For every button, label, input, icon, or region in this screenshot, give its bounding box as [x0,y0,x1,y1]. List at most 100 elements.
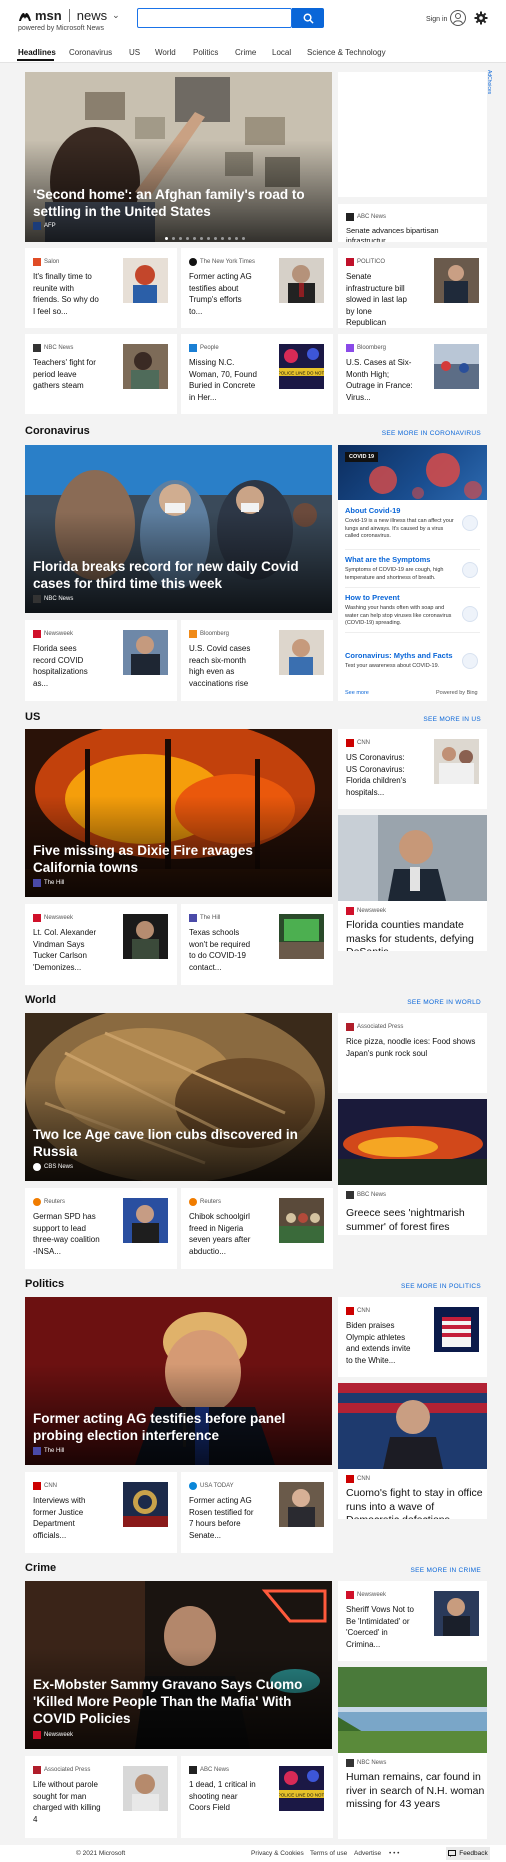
more-options-icon[interactable]: • • • [389,1850,399,1857]
news-card[interactable]: The Hill Texas schools won't be required… [181,904,333,985]
covid-about-link[interactable]: About Covid-19 [345,506,400,515]
news-card[interactable]: ABC News 1 dead, 1 critical in shooting … [181,1756,333,1838]
carousel-dot[interactable] [179,237,182,240]
carousel-dot[interactable] [200,237,203,240]
politics-hero-card[interactable]: Former acting AG testifies before panel … [25,1297,332,1465]
news-card[interactable]: POLITICO Senate infrastructure bill slow… [338,248,487,328]
hero-title[interactable]: Two Ice Age cave lion cubs discovered in… [33,1126,313,1160]
tab-crime[interactable]: Crime [235,48,256,57]
news-card[interactable]: Associated Press Rice pizza, noodle ices… [338,1013,487,1093]
hero-title[interactable]: Former acting AG testifies before panel … [33,1410,313,1444]
side-headline-card[interactable]: ABC News Senate advances bipartisan infr… [338,204,487,242]
news-card[interactable]: Newsweek Sheriff Vows Not to Be 'Intimid… [338,1581,487,1661]
card-title[interactable]: Chibok schoolgirl freed in Nigeria seven… [189,1211,257,1257]
carousel-dot[interactable] [172,237,175,240]
ad-slot[interactable] [338,72,487,197]
news-card[interactable]: Associated Press Life without parole sou… [25,1756,177,1838]
card-title[interactable]: Teachers' fight for period leave gathers… [33,357,101,392]
card-title[interactable]: U.S. Covid cases reach six-month high ev… [189,643,257,689]
card-title[interactable]: Senate infrastructure bill slowed in las… [346,271,414,328]
carousel-dot[interactable] [193,237,196,240]
gear-icon[interactable] [474,11,488,25]
carousel-dot[interactable] [214,237,217,240]
sign-in-link[interactable]: Sign in [426,16,447,23]
news-card[interactable]: Reuters German SPD has support to lead t… [25,1188,177,1269]
card-title[interactable]: Cuomo's fight to stay in office runs int… [346,1487,486,1519]
card-title[interactable]: Texas schools won't be required to do CO… [189,927,257,973]
news-card[interactable]: People Missing N.C. Woman, 70, Found Bur… [181,334,333,414]
card-title[interactable]: Rice pizza, noodle ices: Food shows Japa… [346,1036,481,1059]
crime-hero-card[interactable]: Ex-Mobster Sammy Gravano Says Cuomo 'Kil… [25,1581,332,1749]
tab-politics[interactable]: Politics [193,48,218,57]
news-card[interactable]: USA TODAY Former acting AG Rosen testifi… [181,1472,333,1553]
card-title[interactable]: Florida sees record COVID hospitalizatio… [33,643,101,689]
card-title[interactable]: Interviews with former Justice Departmen… [33,1495,101,1541]
msn-logo[interactable]: msn news ⌄ powered by Microsoft News [18,8,120,32]
see-more-politics-link[interactable]: SEE MORE IN POLITICS [401,1283,481,1290]
news-card[interactable]: CNN Biden praises Olympic athletes and e… [338,1297,487,1377]
coronavirus-hero-card[interactable]: Florida breaks record for new daily Covi… [25,445,332,613]
tab-headlines[interactable]: Headlines [18,48,56,57]
news-card[interactable]: Reuters Chibok schoolgirl freed in Niger… [181,1188,333,1269]
privacy-link[interactable]: Privacy & Cookies [251,1850,304,1857]
carousel-dots[interactable] [165,237,245,240]
card-title[interactable]: Greece sees 'nightmarish summer' of fore… [346,1207,486,1234]
search-box[interactable] [137,8,292,29]
tab-us[interactable]: US [129,48,140,57]
news-card[interactable]: CNN Interviews with former Justice Depar… [25,1472,177,1553]
carousel-dot[interactable] [221,237,224,240]
tab-local[interactable]: Local [272,48,291,57]
terms-link[interactable]: Terms of use [310,1850,347,1857]
carousel-dot[interactable] [235,237,238,240]
feedback-label[interactable]: Feedback [459,1850,488,1857]
carousel-dot[interactable] [207,237,210,240]
news-card[interactable]: Salon It's finally time to reunite with … [25,248,177,328]
card-title[interactable]: Biden praises Olympic athletes and exten… [346,1320,414,1366]
hero-title[interactable]: Florida breaks record for new daily Covi… [33,558,313,592]
carousel-dot[interactable] [186,237,189,240]
news-card-tall[interactable]: BBC News Greece sees 'nightmarish summer… [338,1099,487,1235]
hero-title[interactable]: 'Second home': an Afghan family's road t… [33,186,313,220]
news-card[interactable]: NBC News Teachers' fight for period leav… [25,334,177,414]
news-card[interactable]: CNN US Coronavirus: US Coronavirus: Flor… [338,729,487,809]
tab-world[interactable]: World [155,48,176,57]
see-more-us-link[interactable]: SEE MORE IN US [423,716,481,723]
news-card[interactable]: Newsweek Florida sees record COVID hospi… [25,620,177,701]
see-more-crime-link[interactable]: SEE MORE IN CRIME [411,1567,481,1574]
us-hero-card[interactable]: Five missing as Dixie Fire ravages Calif… [25,729,332,897]
card-title[interactable]: U.S. Cases at Six-Month High; Outrage in… [346,357,414,403]
headline-hero-card[interactable]: 'Second home': an Afghan family's road t… [25,72,332,242]
world-hero-card[interactable]: Two Ice Age cave lion cubs discovered in… [25,1013,332,1181]
card-title[interactable]: It's finally time to reunite with friend… [33,271,101,317]
hero-title[interactable]: Ex-Mobster Sammy Gravano Says Cuomo 'Kil… [33,1676,318,1727]
news-card-tall[interactable]: CNN Cuomo's fight to stay in office runs… [338,1383,487,1519]
news-card[interactable]: The New York Times Former acting AG test… [181,248,333,328]
carousel-dot[interactable] [165,237,168,240]
chevron-down-icon[interactable]: ⌄ [112,10,120,21]
card-title[interactable]: Former acting AG testifies about Trump's… [189,271,257,317]
feedback-button[interactable]: Feedback [446,1847,490,1860]
card-title[interactable]: Sheriff Vows Not to Be 'Intimidated' or … [346,1604,414,1650]
covid-symptoms-link[interactable]: What are the Symptoms [345,555,430,564]
card-title[interactable]: US Coronavirus: US Coronavirus: Florida … [346,752,414,798]
see-more-world-link[interactable]: SEE MORE IN WORLD [407,999,481,1006]
see-more-coronavirus-link[interactable]: SEE MORE IN CORONAVIRUS [382,430,481,437]
tab-coronavirus[interactable]: Coronavirus [69,48,112,57]
card-title[interactable]: Florida counties mandate masks for stude… [346,919,486,951]
hero-title[interactable]: Five missing as Dixie Fire ravages Calif… [33,842,313,876]
carousel-dot[interactable] [242,237,245,240]
adchoices-link[interactable]: AdChoices [486,70,492,94]
advertise-link[interactable]: Advertise [354,1850,381,1857]
card-title[interactable]: 1 dead, 1 critical in shooting near Coor… [189,1779,257,1814]
news-card-tall[interactable]: Newsweek Florida counties mandate masks … [338,815,487,951]
carousel-dot[interactable] [228,237,231,240]
covid-prevent-link[interactable]: How to Prevent [345,593,400,602]
tab-science-technology[interactable]: Science & Technology [307,48,386,57]
card-title[interactable]: Human remains, car found in river in sea… [346,1771,486,1812]
card-title[interactable]: Senate advances bipartisan infrastructur… [346,226,486,242]
card-title[interactable]: Lt. Col. Alexander Vindman Says Tucker C… [33,927,101,973]
search-input[interactable] [138,10,291,29]
card-title[interactable]: Former acting AG Rosen testified for 7 h… [189,1495,257,1541]
card-title[interactable]: Life without parole sought for man charg… [33,1779,101,1825]
news-product-label[interactable]: news [77,8,107,23]
